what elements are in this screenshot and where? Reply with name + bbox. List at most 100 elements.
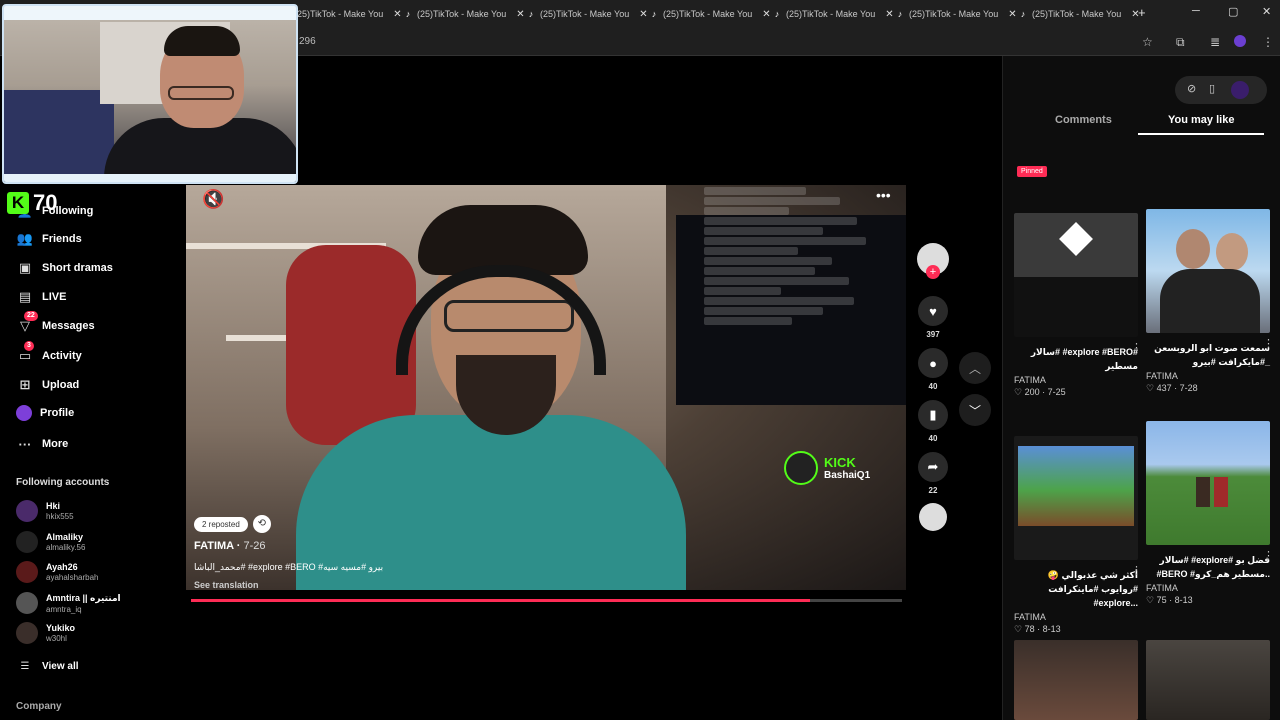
following-account[interactable]: Ayah26 ayahalsharbah	[16, 561, 98, 583]
active-tab-indicator	[1138, 133, 1264, 135]
recommended-video-card[interactable]: ⋮ سالار# #explore# فضل بو #BERO #مسطير ه…	[1146, 421, 1274, 606]
device-icon[interactable]: ▯	[1209, 82, 1215, 95]
sidebar-item-activity[interactable]: ▭ 3 Activity	[16, 341, 82, 365]
close-icon[interactable]: ✕	[393, 9, 401, 20]
video-author[interactable]: FATIMA · 7-26	[194, 540, 266, 552]
profile-avatar[interactable]	[1234, 35, 1246, 47]
window-close-icon[interactable]: ✕	[1262, 5, 1271, 18]
reposted-indicator[interactable]: 2 reposted ⟲	[194, 515, 271, 533]
close-icon[interactable]: ✕	[639, 9, 647, 20]
recommended-video-card[interactable]: ⋮ أكثر شي عذبوالي 🤪 #روايوب #ماينكرافت #…	[1014, 436, 1142, 635]
extensions-icon[interactable]: ⧉	[1176, 35, 1185, 50]
following-account[interactable]: Hki hkix555	[16, 500, 74, 522]
like-button[interactable]: ♥ 397	[917, 296, 949, 339]
profile-icon	[16, 405, 32, 421]
chevron-up-icon: ︿	[968, 361, 981, 376]
maximize-icon[interactable]: ▢	[1228, 5, 1238, 18]
sound-avatar[interactable]	[917, 503, 949, 531]
browser-tab[interactable]: ♪(25)TikTok - Make You✕	[649, 4, 771, 24]
see-translation-link[interactable]: See translation	[194, 580, 259, 590]
video-thumbnail	[1146, 640, 1270, 720]
avatar	[16, 622, 38, 644]
frost-border	[4, 6, 296, 20]
recommended-video-card[interactable]	[1014, 640, 1138, 720]
sidebar-item-messages[interactable]: ▽ 22 Messages	[16, 311, 95, 335]
sidebar-item-short-dramas[interactable]: ▣ Short dramas	[16, 259, 113, 277]
more-icon[interactable]: ⋮	[1131, 341, 1142, 354]
more-icon[interactable]: ⋮	[1263, 337, 1274, 350]
video-progress-bar[interactable]	[191, 599, 902, 602]
close-icon[interactable]: ✕	[1008, 9, 1016, 20]
browser-tab[interactable]: ♪(25)TikTok - Make You✕	[1018, 4, 1140, 24]
tab-comments[interactable]: Comments	[1055, 114, 1112, 126]
browser-tab[interactable]: ♪(25)TikTok - Make You✕	[526, 4, 648, 24]
following-account[interactable]: Amntira || امنتيره amntra_iq	[16, 592, 121, 614]
video-thumbnail	[1146, 209, 1270, 333]
progress-fill	[191, 599, 810, 602]
close-icon[interactable]: ✕	[885, 9, 893, 20]
sidebar-item-live[interactable]: ▤ LIVE	[16, 288, 67, 306]
list-icon: ☰	[20, 660, 30, 672]
bookmark-icon: ▮	[918, 400, 948, 430]
minecraft-scene	[1018, 446, 1134, 526]
following-account[interactable]: Yukiko w30hl	[16, 622, 75, 644]
comment-button[interactable]: ● 40	[917, 348, 949, 391]
following-account[interactable]: Almaliky almaliky.56	[16, 531, 85, 553]
creator-avatar[interactable]: +	[917, 243, 949, 279]
menu-icon[interactable]: ⋮	[1262, 35, 1274, 49]
recommended-video-card[interactable]: ⋮ سالار# #explore #BERO# مسطير FATIMA ♡ …	[1014, 213, 1142, 398]
more-icon: ···	[18, 436, 32, 452]
volume-mute-icon[interactable]: 🔇	[202, 189, 224, 210]
right-panel: ⊘ ▯ Comments You may like Pinned ⋮ سالار…	[1002, 56, 1280, 720]
share-button[interactable]: ➦ 22	[917, 452, 949, 495]
bookmark-star-icon[interactable]: ☆	[1142, 35, 1153, 49]
close-icon[interactable]: ✕	[516, 9, 524, 20]
webcam-overlay	[2, 4, 298, 184]
kick-avatar-icon	[784, 451, 818, 485]
save-button[interactable]: ▮ 40	[917, 400, 949, 443]
block-icon[interactable]: ⊘	[1187, 82, 1196, 95]
heart-outline-icon: ♡	[1014, 387, 1023, 397]
sidebar-item-upload[interactable]: ⊞ Upload	[16, 376, 80, 394]
reading-list-icon[interactable]: ≣	[1210, 35, 1220, 49]
minimize-icon[interactable]: ─	[1192, 5, 1200, 17]
activity-badge: 3	[24, 341, 34, 351]
next-video-button[interactable]: ﹀	[959, 394, 991, 426]
video-thumbnail	[1146, 421, 1270, 545]
frost-border	[4, 174, 296, 182]
follow-plus-icon[interactable]: +	[926, 265, 940, 279]
company-link[interactable]: Company	[16, 701, 62, 712]
sound-disc-icon	[919, 503, 947, 531]
sidebar-item-profile[interactable]: Profile	[16, 405, 74, 421]
tiktok-icon: ♪	[897, 9, 903, 19]
minecraft-character	[1214, 477, 1228, 507]
more-options-icon[interactable]: •••	[876, 187, 891, 203]
previous-video-button[interactable]: ︿	[959, 352, 991, 384]
more-icon[interactable]: ⋮	[1131, 564, 1142, 577]
video-player[interactable]: 🔇 ••• KICK BashaiQ1 2 reposted ⟲ FATIMA ·…	[186, 185, 906, 590]
sidebar-item-friends[interactable]: 👥 Friends	[16, 230, 82, 248]
new-tab-button[interactable]: +	[1138, 5, 1146, 20]
thumbnail-bodies	[1160, 269, 1260, 333]
messages-icon: ▽ 22	[16, 311, 38, 335]
browser-tab[interactable]: ♪(25)TikTok - Make You✕	[772, 4, 894, 24]
kick-watermark: KICK BashaiQ1	[784, 451, 870, 485]
card-meta: ♡ 75 · 8-13	[1146, 595, 1193, 605]
url-field[interactable]: 296	[299, 36, 316, 47]
close-icon[interactable]: ✕	[762, 9, 770, 20]
sidebar-item-more[interactable]: ··· More	[16, 435, 69, 453]
avatar: +	[917, 243, 949, 279]
more-icon[interactable]: ⋮	[1263, 549, 1274, 562]
repost-icon[interactable]: ⟲	[252, 515, 271, 533]
panel-toolbar: ⊘ ▯	[1175, 76, 1267, 104]
video-description: محمد_الباشا# #explore #BERO #بيرو #مسيه …	[194, 562, 384, 572]
avatar[interactable]	[1231, 81, 1249, 99]
view-all-link[interactable]: ☰ View all	[16, 657, 79, 675]
browser-tab[interactable]: ♪(25)TikTok - Make You✕	[895, 4, 1017, 24]
browser-tab[interactable]: ♪(25)TikTok - Make You✕	[280, 4, 402, 24]
tab-you-may-like[interactable]: You may like	[1168, 114, 1234, 126]
recommended-video-card[interactable]: ⋮ سمعت صوت ابو الروبسعن _#مايكرافت #بيرو…	[1146, 209, 1274, 394]
avatar	[16, 531, 38, 553]
recommended-video-card[interactable]	[1146, 640, 1270, 720]
browser-tab[interactable]: ♪(25)TikTok - Make You✕	[403, 4, 525, 24]
